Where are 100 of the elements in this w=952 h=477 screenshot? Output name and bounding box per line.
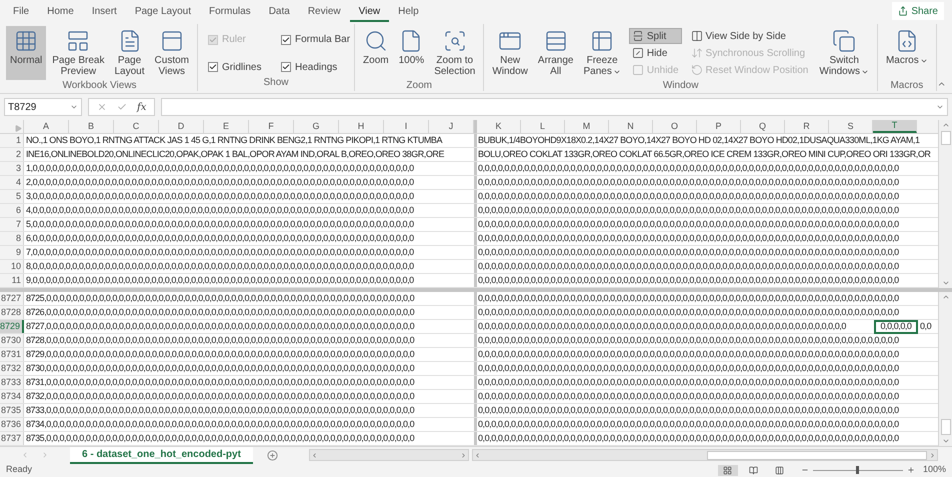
menu-tab[interactable]: Page Layout xyxy=(126,2,200,22)
menu-tab[interactable]: View xyxy=(350,2,390,22)
column-header[interactable]: O xyxy=(653,120,697,133)
ribbon-button[interactable]: Split xyxy=(628,28,682,44)
ribbon-button[interactable]: Zoom xyxy=(359,26,393,80)
menu-tab[interactable]: Insert xyxy=(82,2,126,22)
row-header[interactable]: 8737 xyxy=(0,432,24,445)
row-header[interactable]: 1 xyxy=(0,134,24,147)
ribbon-button[interactable]: Hide xyxy=(628,45,682,61)
table-cell: 8730,0,0,0,0,0,0,0,0,0,0,0,0,0,0,0,0,0,0,0,0,0,0,0,0,0,0,0,0,0,0,0,0,0,0,0,0,0,0,0,0,0,0,0,0,0,0,0,0,0,0,0,0,0,0,0,0 xyxy=(26,362,414,375)
column-header[interactable]: L xyxy=(521,120,565,133)
checkbox-label: Gridlines xyxy=(222,60,262,75)
column-header[interactable]: K xyxy=(477,120,521,133)
table-cell: 8729,0,0,0,0,0,0,0,0,0,0,0,0,0,0,0,0,0,0,0,0,0,0,0,0,0,0,0,0,0,0,0,0,0,0,0,0,0,0,0,0,0,0,0,0,0,0,0,0,0,0,0,0,0,0,0,0 xyxy=(26,348,414,361)
row-header[interactable]: 7 xyxy=(0,218,24,231)
table-cell: 0,0,0,0,0,0,0,0,0,0,0,0,0,0,0,0,0,0,0,0,0,0,0,0,0,0,0,0,0,0,0,0,0,0,0,0,0,0,0,0,0,0,0,0,0,0,0,0,0,0,0,0,0,0,0,0,0,0,0,0,0,0,0,0 xyxy=(478,362,899,375)
row-header[interactable]: 6 xyxy=(0,204,24,217)
column-header[interactable]: T xyxy=(873,120,917,133)
ribbon-button[interactable]: Page Break Preview xyxy=(48,26,108,80)
menu-tab[interactable]: Review xyxy=(298,2,350,22)
table-cell: 0,0,0,0,0,0,0,0,0,0,0,0,0,0,0,0,0,0,0,0,0,0,0,0,0,0,0,0,0,0,0,0,0,0,0,0,0,0,0,0,0,0,0,0,0,0,0,0,0,0,0,0,0,0,0,0,0,0,0,0,0,0,0,0 xyxy=(478,190,899,203)
table-cell: 0,0,0,0,0,0,0,0,0,0,0,0,0,0,0,0,0,0,0,0,0,0,0,0,0,0,0,0,0,0,0,0,0,0,0,0,0,0,0,0,0,0,0,0,0,0,0,0,0,0,0,0,0,0,0,0,0,0,0,0,0,0,0,0 xyxy=(478,376,899,389)
row-header[interactable]: 5 xyxy=(0,190,24,203)
insert-function-button[interactable]: fx xyxy=(137,100,146,114)
selected-cell[interactable]: 0,0,0,0,0 xyxy=(874,320,918,334)
ribbon-button[interactable]: Switch Windows xyxy=(815,26,873,80)
row-header[interactable]: 3 xyxy=(0,162,24,175)
table-cell: 8735,0,0,0,0,0,0,0,0,0,0,0,0,0,0,0,0,0,0,0,0,0,0,0,0,0,0,0,0,0,0,0,0,0,0,0,0,0,0,0,0,0,0,0,0,0,0,0,0,0,0,0,0,0,0,0,0 xyxy=(26,432,414,445)
column-header[interactable]: B xyxy=(69,120,114,133)
column-header[interactable]: Q xyxy=(741,120,785,133)
group-label: Macros xyxy=(889,80,924,93)
table-cell: 8,0,0,0,0,0,0,0,0,0,0,0,0,0,0,0,0,0,0,0,0,0,0,0,0,0,0,0,0,0,0,0,0,0,0,0,0,0,0,0,0,0,0,0,0,0,0,0,0,0,0,0,0,0,0,0,0,0,0 xyxy=(26,260,414,273)
column-header[interactable]: C xyxy=(114,120,159,133)
checkbox-label: Ruler xyxy=(222,33,246,48)
row-header[interactable]: 8731 xyxy=(0,348,24,361)
column-header[interactable]: P xyxy=(697,120,741,133)
ribbon-button[interactable]: 100% xyxy=(394,26,428,80)
menu-tab[interactable]: Home xyxy=(38,2,83,22)
row-header[interactable]: 9 xyxy=(0,246,24,259)
table-cell: 0,0,0,0,0,0,0,0,0,0,0,0,0,0,0,0,0,0,0,0,0,0,0,0,0,0,0,0,0,0,0,0,0,0,0,0,0,0,0,0,0,0,0,0,0,0,0,0,0,0,0,0,0,0,0,0,0,0,0,0,0,0,0,0 xyxy=(478,176,899,189)
sheet-tab[interactable]: 6 - dataset_one_hot_encoded-pyt xyxy=(70,446,253,464)
row-header[interactable]: 8728 xyxy=(0,306,24,319)
ribbon-button[interactable]: Zoom to Selection xyxy=(430,26,480,80)
table-cell: 0,0,0,0,0,0,0,0,0,0,0,0,0,0,0,0,0,0,0,0,0,0,0,0,0,0,0,0,0,0,0,0,0,0,0,0,0,0,0,0,0,0,0,0,0,0,0,0,0,0,0,0,0,0,0,0,0,0,0,0,0,0,0,0 xyxy=(478,404,899,417)
row-header[interactable]: 8735 xyxy=(0,404,24,417)
column-header[interactable]: A xyxy=(24,120,69,133)
column-header[interactable]: G xyxy=(294,120,339,133)
row-header[interactable]: 8736 xyxy=(0,418,24,431)
ribbon-button[interactable]: Macros xyxy=(882,26,932,80)
table-cell: 0,0,0,0,0,0,0,0,0,0,0,0,0,0,0,0,0,0,0,0,0,0,0,0,0,0,0,0,0,0,0,0,0,0,0,0,0,0,0,0,0,0,0,0,0,0,0,0,0,0,0,0,0,0,0,0,0,0,0,0,0,0,0,0 xyxy=(478,418,899,431)
row-header[interactable]: 10 xyxy=(0,260,24,273)
table-cell: 0,0,0,0,0,0,0,0,0,0,0,0,0,0,0,0,0,0,0,0,0,0,0,0,0,0,0,0,0,0,0,0,0,0,0,0,0,0,0,0,0,0,0,0,0,0,0,0,0,0,0,0,0,0,0,0,0,0,0,0,0,0,0,0 xyxy=(478,432,899,445)
row-header[interactable]: 8729 xyxy=(0,320,24,333)
ribbon-button[interactable]: New Window xyxy=(488,26,532,80)
name-box[interactable]: T8729 xyxy=(4,98,82,116)
table-cell: 4,0,0,0,0,0,0,0,0,0,0,0,0,0,0,0,0,0,0,0,0,0,0,0,0,0,0,0,0,0,0,0,0,0,0,0,0,0,0,0,0,0,0,0,0,0,0,0,0,0,0,0,0,0,0,0,0,0,0 xyxy=(26,204,414,217)
row-header[interactable]: 8733 xyxy=(0,376,24,389)
ribbon-button[interactable]: Normal xyxy=(6,26,46,80)
column-header[interactable]: N xyxy=(609,120,653,133)
row-header[interactable]: 4 xyxy=(0,176,24,189)
menu-tab[interactable]: Help xyxy=(389,2,428,22)
column-header[interactable]: R xyxy=(785,120,829,133)
column-header[interactable]: M xyxy=(565,120,609,133)
table-cell: 6,0,0,0,0,0,0,0,0,0,0,0,0,0,0,0,0,0,0,0,0,0,0,0,0,0,0,0,0,0,0,0,0,0,0,0,0,0,0,0,0,0,0,0,0,0,0,0,0,0,0,0,0,0,0,0,0,0,0 xyxy=(26,232,414,245)
ribbon-button[interactable]: Freeze Panes xyxy=(579,26,625,80)
column-header[interactable]: H xyxy=(339,120,384,133)
share-button[interactable]: Share xyxy=(892,2,944,20)
table-cell: 0,0,0,0,0,0,0,0,0,0,0,0,0,0,0,0,0,0,0,0,0,0,0,0,0,0,0,0,0,0,0,0,0,0,0,0,0,0,0,0,0,0,0,0,0,0,0,0,0,0,0,0,0,0,0,0,0,0,0,0,0,0,0,0 xyxy=(478,218,899,231)
column-header[interactable]: F xyxy=(249,120,294,133)
table-cell: 9,0,0,0,0,0,0,0,0,0,0,0,0,0,0,0,0,0,0,0,0,0,0,0,0,0,0,0,0,0,0,0,0,0,0,0,0,0,0,0,0,0,0,0,0,0,0,0,0,0,0,0,0,0,0,0,0,0,0 xyxy=(26,274,414,287)
table-cell: 8734,0,0,0,0,0,0,0,0,0,0,0,0,0,0,0,0,0,0,0,0,0,0,0,0,0,0,0,0,0,0,0,0,0,0,0,0,0,0,0,0,0,0,0,0,0,0,0,0,0,0,0,0,0,0,0,0 xyxy=(26,418,414,431)
column-header[interactable]: D xyxy=(159,120,204,133)
table-cell: 8732,0,0,0,0,0,0,0,0,0,0,0,0,0,0,0,0,0,0,0,0,0,0,0,0,0,0,0,0,0,0,0,0,0,0,0,0,0,0,0,0,0,0,0,0,0,0,0,0,0,0,0,0,0,0,0,0 xyxy=(26,390,414,403)
menu-tab[interactable]: Data xyxy=(260,2,299,22)
table-cell: 8731,0,0,0,0,0,0,0,0,0,0,0,0,0,0,0,0,0,0,0,0,0,0,0,0,0,0,0,0,0,0,0,0,0,0,0,0,0,0,0,0,0,0,0,0,0,0,0,0,0,0,0,0,0,0,0,0 xyxy=(26,376,414,389)
ribbon-button[interactable]: Custom Views xyxy=(150,26,193,80)
table-cell: 0,0 xyxy=(920,320,932,333)
menu-tab[interactable]: File xyxy=(4,2,38,22)
table-cell: 7,0,0,0,0,0,0,0,0,0,0,0,0,0,0,0,0,0,0,0,0,0,0,0,0,0,0,0,0,0,0,0,0,0,0,0,0,0,0,0,0,0,0,0,0,0,0,0,0,0,0,0,0,0,0,0,0,0,0 xyxy=(26,246,414,259)
table-cell: 5,0,0,0,0,0,0,0,0,0,0,0,0,0,0,0,0,0,0,0,0,0,0,0,0,0,0,0,0,0,0,0,0,0,0,0,0,0,0,0,0,0,0,0,0,0,0,0,0,0,0,0,0,0,0,0,0,0,0 xyxy=(26,218,414,231)
column-header[interactable]: I xyxy=(384,120,429,133)
row-header[interactable]: 8 xyxy=(0,232,24,245)
table-cell: 1,0,0,0,0,0,0,0,0,0,0,0,0,0,0,0,0,0,0,0,0,0,0,0,0,0,0,0,0,0,0,0,0,0,0,0,0,0,0,0,0,0,0,0,0,0,0,0,0,0,0,0,0,0,0,0,0,0,0 xyxy=(26,162,414,175)
row-header[interactable]: 8727 xyxy=(0,292,24,305)
ribbon-button[interactable]: Page Layout xyxy=(110,26,149,80)
ribbon-button[interactable]: Arrange All xyxy=(534,26,578,80)
table-cell: 0,0,0,0,0,0,0,0,0,0,0,0,0,0,0,0,0,0,0,0,0,0,0,0,0,0,0,0,0,0,0,0,0,0,0,0,0,0,0,0,0,0,0,0,0,0,0,0,0,0,0,0,0,0,0,0,0,0,0,0,0,0,0,0 xyxy=(478,348,899,361)
row-header[interactable]: 8732 xyxy=(0,362,24,375)
group-label: Workbook Views xyxy=(61,80,138,93)
ribbon-button[interactable]: View Side by Side xyxy=(688,28,812,44)
table-cell: 0,0,0,0,0,0,0,0,0,0,0,0,0,0,0,0,0,0,0,0,0,0,0,0,0,0,0,0,0,0,0,0,0,0,0,0,0,0,0,0,0,0,0,0,0,0,0,0,0,0,0,0,0,0,0,0,0,0,0,0,0,0,0,0 xyxy=(478,292,899,305)
row-header[interactable]: 11 xyxy=(0,274,24,287)
row-header[interactable]: 2 xyxy=(0,148,24,161)
status-text: Ready xyxy=(6,463,32,476)
row-header[interactable]: 8734 xyxy=(0,390,24,403)
zoom-level: 100% xyxy=(922,463,946,476)
table-cell: 0,0,0,0,0,0,0,0,0,0,0,0,0,0,0,0,0,0,0,0,0,0,0,0,0,0,0,0,0,0,0,0,0,0,0,0,0,0,0,0,0,0,0,0,0,0,0,0,0,0,0,0,0,0,0,0,0,0,0,0,0,0,0,0 xyxy=(478,274,899,287)
row-header[interactable]: 8730 xyxy=(0,334,24,347)
column-header[interactable]: E xyxy=(204,120,249,133)
menu-tab[interactable]: Formulas xyxy=(200,2,260,22)
